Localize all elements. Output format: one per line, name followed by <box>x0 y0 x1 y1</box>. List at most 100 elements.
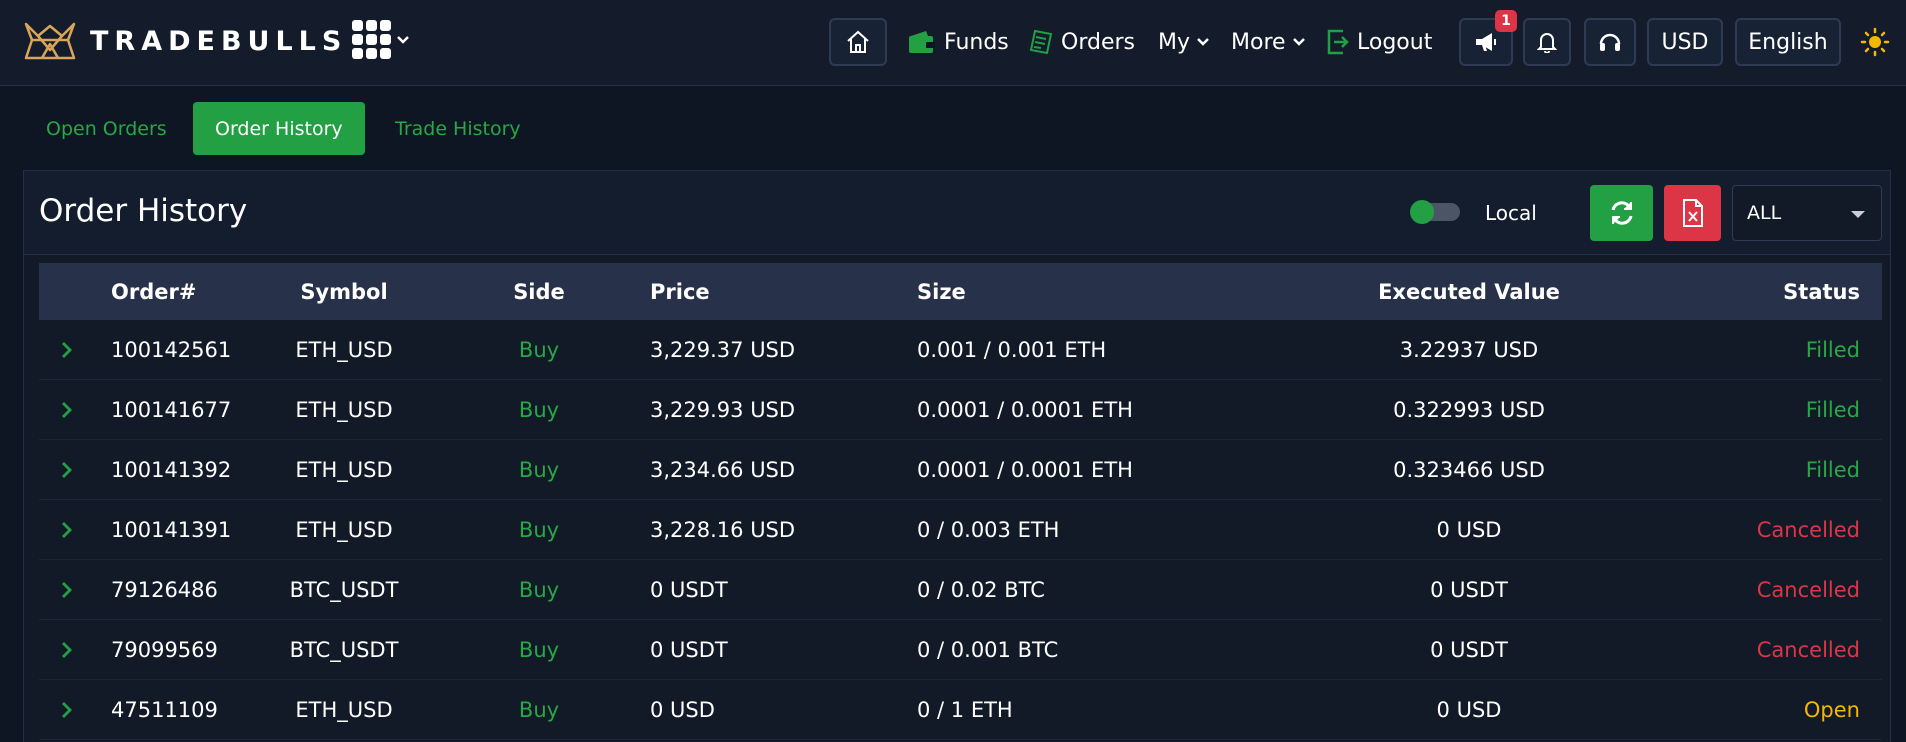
table-row[interactable]: 100141677 ETH_USD Buy 3,229.93 USD 0.0001 / … <box>39 380 1882 440</box>
cell-order-number: 100141391 <box>111 517 232 542</box>
cell-symbol: ETH_USD <box>295 457 393 482</box>
sun-icon <box>1860 27 1890 57</box>
local-toggle-label: Local <box>1485 201 1537 225</box>
table-row[interactable]: 100142561 ETH_USD Buy 3,229.37 USD 0.001 / 0… <box>39 320 1882 380</box>
cell-symbol: BTC_USDT <box>289 637 399 662</box>
col-header-order[interactable]: Order# <box>111 263 196 320</box>
cell-side: Buy <box>518 517 560 542</box>
cell-order-number: 100141392 <box>111 457 232 482</box>
more-menu[interactable]: More <box>1231 22 1306 62</box>
expand-row-chevron-icon[interactable] <box>39 620 95 679</box>
refresh-button[interactable] <box>1590 185 1653 241</box>
expand-row-chevron-icon[interactable] <box>39 440 95 499</box>
language-selector[interactable]: English <box>1735 18 1841 66</box>
table-row[interactable]: 100141391 ETH_USD Buy 3,228.16 USD 0 / 0.003… <box>39 500 1882 560</box>
table-header-row: Order# Symbol Side Price Size Executed V… <box>39 263 1882 320</box>
order-filter-value: ALL <box>1747 202 1782 224</box>
announcements-badge: 1 <box>1495 10 1517 32</box>
cell-status: Filled <box>1805 457 1860 482</box>
local-toggle[interactable] <box>1410 200 1462 224</box>
logout-icon <box>1327 29 1349 55</box>
table-body: 100142561 ETH_USD Buy 3,229.37 USD 0.001 / 0… <box>39 320 1882 740</box>
cell-price: 0 USDT <box>650 637 728 662</box>
table-row[interactable]: 79099569 BTC_USDT Buy 0 USDT 0 / 0.001 BTC 0 … <box>39 620 1882 680</box>
order-filter-select[interactable]: ALL <box>1732 185 1882 241</box>
table-row[interactable]: 47511109 ETH_USD Buy 0 USD 0 / 1 ETH 0 USD Ope… <box>39 680 1882 740</box>
cell-executed-value: 0 USDT <box>1430 577 1508 602</box>
chevron-down-icon <box>1292 38 1305 46</box>
orders-icon <box>1029 29 1053 55</box>
notifications-button[interactable] <box>1523 18 1571 66</box>
home-icon <box>847 30 869 53</box>
col-header-status[interactable]: Status <box>1783 263 1860 320</box>
cell-price: 0 USDT <box>650 577 728 602</box>
home-button[interactable] <box>829 18 887 66</box>
cell-status: Cancelled <box>1756 517 1860 542</box>
expand-row-chevron-icon[interactable] <box>39 320 95 379</box>
theme-toggle[interactable] <box>1860 26 1898 58</box>
col-header-side[interactable]: Side <box>489 263 589 320</box>
cell-size: 0 / 0.001 BTC <box>917 637 1059 662</box>
col-header-price[interactable]: Price <box>650 263 710 320</box>
cell-size: 0.0001 / 0.0001 ETH <box>917 457 1133 482</box>
brand-logo[interactable]: TRADEBULLS <box>24 20 347 62</box>
expand-row-chevron-icon[interactable] <box>39 560 95 619</box>
excel-file-icon <box>1682 199 1703 227</box>
panel-header: Order History Local ALL <box>24 171 1890 255</box>
logout-link[interactable]: Logout <box>1327 22 1432 62</box>
orders-link[interactable]: Orders <box>1029 22 1135 62</box>
cell-executed-value: 0 USD <box>1436 697 1502 722</box>
cell-price: 3,228.16 USD <box>650 517 796 542</box>
caret-down-icon <box>1851 211 1865 218</box>
cell-size: 0 / 1 ETH <box>917 697 1013 722</box>
table-row[interactable]: 100141392 ETH_USD Buy 3,234.66 USD 0.0001 / … <box>39 440 1882 500</box>
cell-side: Buy <box>518 637 560 662</box>
col-header-symbol[interactable]: Symbol <box>239 263 449 320</box>
cell-order-number: 79099569 <box>111 637 218 662</box>
tab-open-orders[interactable]: Open Orders <box>24 102 189 155</box>
my-label: My <box>1158 29 1191 55</box>
more-label: More <box>1231 29 1286 55</box>
currency-selector[interactable]: USD <box>1647 18 1723 66</box>
funds-label: Funds <box>944 29 1009 55</box>
cell-order-number: 47511109 <box>111 697 218 722</box>
cell-status: Open <box>1803 697 1860 722</box>
cell-status: Filled <box>1805 397 1860 422</box>
language-label: English <box>1748 29 1828 55</box>
cell-price: 3,229.37 USD <box>650 337 796 362</box>
support-button[interactable] <box>1584 18 1636 66</box>
cell-size: 0 / 0.02 BTC <box>917 577 1045 602</box>
expand-row-chevron-icon[interactable] <box>39 500 95 559</box>
cell-executed-value: 0.323466 USD <box>1393 457 1545 482</box>
cell-executed-value: 0 USD <box>1436 517 1502 542</box>
funds-link[interactable]: Funds <box>908 22 1009 62</box>
refresh-icon <box>1611 201 1632 225</box>
panel-title: Order History <box>39 193 248 229</box>
chevron-down-icon <box>397 35 409 44</box>
cell-price: 3,229.93 USD <box>650 397 796 422</box>
cell-status: Cancelled <box>1756 577 1860 602</box>
table-row[interactable]: 79126486 BTC_USDT Buy 0 USDT 0 / 0.02 BTC 0 U… <box>39 560 1882 620</box>
cell-order-number: 100141677 <box>111 397 232 422</box>
expand-row-chevron-icon[interactable] <box>39 380 95 439</box>
my-menu[interactable]: My <box>1158 22 1210 62</box>
cell-side: Buy <box>518 337 560 362</box>
orders-label: Orders <box>1061 29 1135 55</box>
cell-order-number: 79126486 <box>111 577 218 602</box>
cell-size: 0 / 0.003 ETH <box>917 517 1060 542</box>
cell-side: Buy <box>518 397 560 422</box>
announcements-button[interactable]: 1 <box>1459 10 1517 66</box>
bull-logo-icon <box>24 22 76 60</box>
tab-trade-history[interactable]: Trade History <box>373 102 543 155</box>
cell-symbol: ETH_USD <box>295 697 393 722</box>
apps-menu-button[interactable] <box>352 20 409 59</box>
expand-row-chevron-icon[interactable] <box>39 680 95 739</box>
export-excel-button[interactable] <box>1664 185 1721 241</box>
chevron-down-icon <box>1197 38 1209 46</box>
col-header-executed-value[interactable]: Executed Value <box>1319 263 1619 320</box>
bell-icon <box>1537 33 1557 53</box>
tab-order-history[interactable]: Order History <box>193 102 365 155</box>
cell-status: Cancelled <box>1756 637 1860 662</box>
megaphone-icon <box>1476 33 1496 51</box>
col-header-size[interactable]: Size <box>917 263 966 320</box>
